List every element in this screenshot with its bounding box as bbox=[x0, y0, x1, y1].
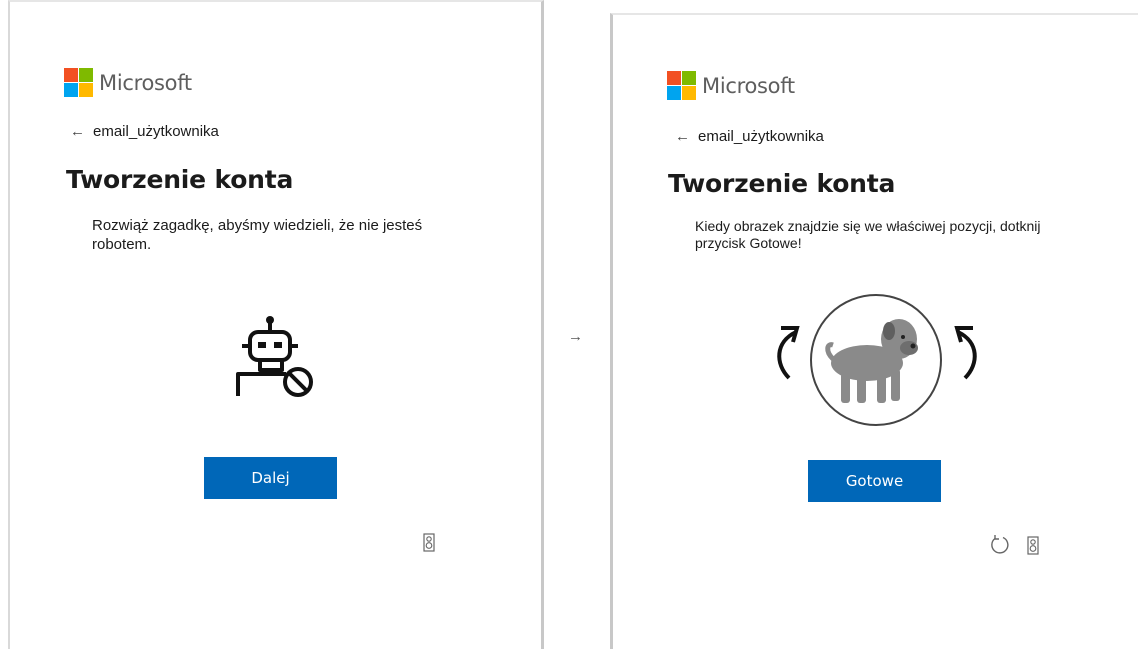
microsoft-logo: Microsoft bbox=[667, 71, 795, 100]
rotate-left-icon[interactable] bbox=[771, 322, 801, 382]
account-email: email_użytkownika bbox=[698, 128, 824, 145]
account-email: email_użytkownika bbox=[93, 123, 219, 140]
audio-device-icon[interactable] bbox=[423, 533, 435, 552]
next-button[interactable]: Dalej bbox=[204, 457, 337, 499]
instruction-text: Rozwiąż zagadkę, abyśmy wiedzieli, że ni… bbox=[92, 217, 423, 253]
page-title: Tworzenie konta bbox=[66, 165, 294, 194]
microsoft-logo-icon bbox=[667, 71, 696, 100]
captcha-puzzle-panel: Microsoft ← email_użytkownika Tworzenie … bbox=[610, 13, 1138, 649]
robot-no-icon bbox=[236, 316, 313, 397]
captcha-intro-panel: Microsoft ← email_użytkownika Tworzenie … bbox=[8, 0, 544, 649]
refresh-icon[interactable] bbox=[989, 534, 1011, 556]
audio-device-icon[interactable] bbox=[1027, 536, 1039, 555]
back-arrow-icon[interactable]: ← bbox=[675, 128, 690, 145]
instruction-text: Kiedy obrazek znajdzie się we właściwej … bbox=[695, 218, 1041, 251]
back-arrow-icon[interactable]: ← bbox=[70, 123, 85, 140]
flow-arrow: → bbox=[568, 328, 583, 345]
page-title: Tworzenie konta bbox=[668, 169, 896, 198]
done-button[interactable]: Gotowe bbox=[808, 460, 941, 502]
back-link[interactable]: ← email_użytkownika bbox=[70, 123, 219, 140]
brand-name: Microsoft bbox=[702, 73, 795, 98]
brand-name: Microsoft bbox=[99, 70, 192, 95]
microsoft-logo-icon bbox=[64, 68, 93, 97]
back-link[interactable]: ← email_użytkownika bbox=[675, 128, 824, 145]
rotate-right-icon[interactable] bbox=[953, 322, 983, 382]
dog-image bbox=[810, 294, 942, 426]
microsoft-logo: Microsoft bbox=[64, 68, 192, 97]
